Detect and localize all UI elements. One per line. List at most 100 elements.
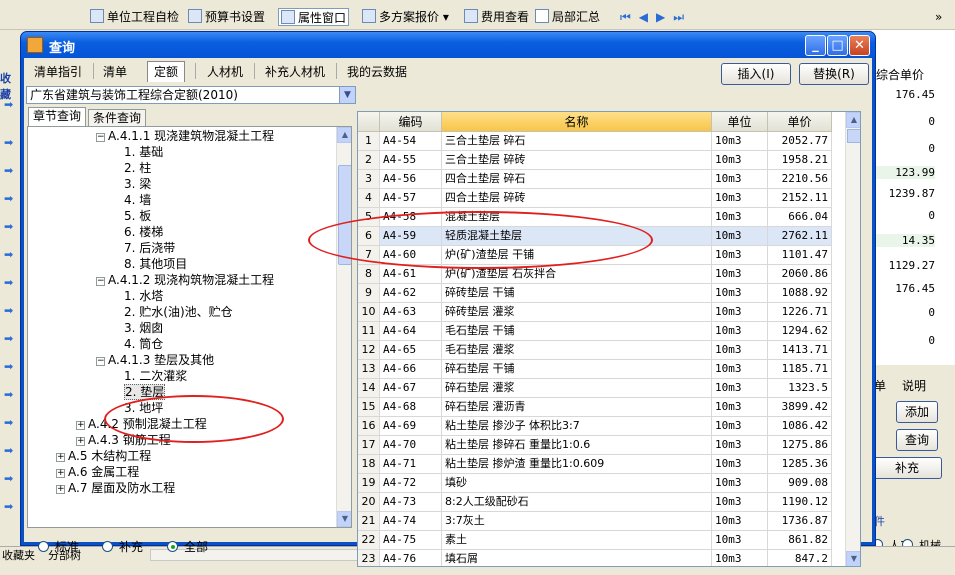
row-number[interactable]: 3 bbox=[358, 170, 380, 189]
expand-icon[interactable]: + bbox=[56, 469, 65, 478]
code-cell[interactable]: A4-73 bbox=[380, 493, 442, 512]
maximize-button[interactable]: □ bbox=[827, 35, 848, 56]
unit-cell[interactable]: 10m3 bbox=[712, 265, 768, 284]
tree-item[interactable]: + A.7 屋面及防水工程 bbox=[56, 480, 175, 496]
code-column-header[interactable]: 编码 bbox=[380, 112, 442, 132]
code-cell[interactable]: A4-69 bbox=[380, 417, 442, 436]
name-cell[interactable]: 毛石垫层 灌浆 bbox=[442, 341, 712, 360]
grid-scrollbar[interactable]: ▲ ▼ bbox=[845, 112, 860, 566]
tree-item[interactable]: 5. 板 bbox=[124, 208, 151, 224]
price-cell[interactable]: 666.04 bbox=[768, 208, 832, 227]
tree-scrollbar[interactable]: ▲ ▼ bbox=[336, 127, 351, 527]
tree-item[interactable]: + A.6 金属工程 bbox=[56, 464, 139, 480]
code-cell[interactable]: A4-66 bbox=[380, 360, 442, 379]
tab-chapter-query[interactable]: 章节查询 bbox=[28, 107, 87, 127]
unit-cell[interactable]: 10m3 bbox=[712, 189, 768, 208]
name-cell[interactable]: 粘土垫层 掺碎石 重量比1:0.6 bbox=[442, 436, 712, 455]
row-number[interactable]: 9 bbox=[358, 284, 380, 303]
code-cell[interactable]: A4-54 bbox=[380, 132, 442, 151]
row-number[interactable]: 2 bbox=[358, 151, 380, 170]
code-cell[interactable]: A4-68 bbox=[380, 398, 442, 417]
unit-cell[interactable]: 10m3 bbox=[712, 360, 768, 379]
name-cell[interactable]: 四合土垫层 碎砖 bbox=[442, 189, 712, 208]
unit-cell[interactable]: 10m3 bbox=[712, 246, 768, 265]
minimize-button[interactable]: _ bbox=[805, 35, 826, 56]
price-cell[interactable]: 1185.71 bbox=[768, 360, 832, 379]
collapse-icon[interactable]: − bbox=[96, 357, 105, 366]
price-column-header[interactable]: 单价 bbox=[768, 112, 832, 132]
name-cell[interactable]: 粘土垫层 掺炉渣 重量比1:0.609 bbox=[442, 455, 712, 474]
expand-icon[interactable]: + bbox=[56, 453, 65, 462]
code-cell[interactable]: A4-65 bbox=[380, 341, 442, 360]
toolbar-unit-check-button[interactable]: 单位工程自检 bbox=[90, 8, 179, 26]
row-number[interactable]: 13 bbox=[358, 360, 380, 379]
price-cell[interactable]: 2060.86 bbox=[768, 265, 832, 284]
supplement-button[interactable]: 补充 bbox=[872, 457, 942, 479]
unit-cell[interactable]: 10m3 bbox=[712, 132, 768, 151]
scroll-thumb[interactable] bbox=[847, 129, 860, 143]
filter-supplement-radio[interactable]: 补充 bbox=[102, 538, 143, 555]
replace-button[interactable]: 替换(R) bbox=[799, 63, 869, 85]
expand-icon[interactable]: + bbox=[76, 421, 85, 430]
tab-supplement-lmm[interactable]: 补充人材机 bbox=[258, 61, 332, 82]
price-cell[interactable]: 1226.71 bbox=[768, 303, 832, 322]
tree-item[interactable]: 6. 楼梯 bbox=[124, 224, 163, 240]
name-cell[interactable]: 三合土垫层 碎砖 bbox=[442, 151, 712, 170]
scroll-down-icon[interactable]: ▼ bbox=[337, 511, 351, 527]
price-cell[interactable]: 2762.11 bbox=[768, 227, 832, 246]
code-cell[interactable]: A4-75 bbox=[380, 531, 442, 550]
dialog-titlebar[interactable]: 查询 _ □ ✕ bbox=[21, 32, 875, 58]
row-number[interactable]: 11 bbox=[358, 322, 380, 341]
code-cell[interactable]: A4-74 bbox=[380, 512, 442, 531]
price-cell[interactable]: 847.2 bbox=[768, 550, 832, 566]
price-cell[interactable]: 909.08 bbox=[768, 474, 832, 493]
unit-cell[interactable]: 10m3 bbox=[712, 398, 768, 417]
code-cell[interactable]: A4-72 bbox=[380, 474, 442, 493]
row-number[interactable]: 19 bbox=[358, 474, 380, 493]
code-cell[interactable]: A4-64 bbox=[380, 322, 442, 341]
unit-cell[interactable]: 10m3 bbox=[712, 284, 768, 303]
unit-cell[interactable]: 10m3 bbox=[712, 512, 768, 531]
row-number[interactable]: 20 bbox=[358, 493, 380, 512]
code-cell[interactable]: A4-76 bbox=[380, 550, 442, 566]
unit-cell[interactable]: 10m3 bbox=[712, 493, 768, 512]
scroll-down-icon[interactable]: ▼ bbox=[846, 551, 860, 566]
price-cell[interactable]: 1101.47 bbox=[768, 246, 832, 265]
code-cell[interactable]: A4-55 bbox=[380, 151, 442, 170]
tree-item[interactable]: − A.4.1.3 垫层及其他 bbox=[96, 352, 214, 368]
tree-item[interactable]: 1. 二次灌浆 bbox=[124, 368, 187, 384]
row-number[interactable]: 10 bbox=[358, 303, 380, 322]
code-cell[interactable]: A4-63 bbox=[380, 303, 442, 322]
price-cell[interactable]: 1413.71 bbox=[768, 341, 832, 360]
unit-cell[interactable]: 10m3 bbox=[712, 341, 768, 360]
tree-item[interactable]: + A.5 木结构工程 bbox=[56, 448, 151, 464]
tree-item[interactable]: − A.4.1.2 现浇构筑物混凝土工程 bbox=[96, 272, 274, 288]
name-cell[interactable]: 碎石垫层 灌沥青 bbox=[442, 398, 712, 417]
tab-norm[interactable]: 定额 bbox=[147, 61, 186, 82]
name-cell[interactable]: 碎石垫层 干铺 bbox=[442, 360, 712, 379]
unit-cell[interactable]: 10m3 bbox=[712, 417, 768, 436]
price-cell[interactable]: 3899.42 bbox=[768, 398, 832, 417]
row-number[interactable]: 18 bbox=[358, 455, 380, 474]
price-cell[interactable]: 2210.56 bbox=[768, 170, 832, 189]
tree-item[interactable]: 4. 筒仓 bbox=[124, 336, 163, 352]
price-cell[interactable]: 1294.62 bbox=[768, 322, 832, 341]
price-cell[interactable]: 1285.36 bbox=[768, 455, 832, 474]
unit-cell[interactable]: 10m3 bbox=[712, 303, 768, 322]
name-cell[interactable]: 毛石垫层 干铺 bbox=[442, 322, 712, 341]
query-button[interactable]: 查询 bbox=[896, 429, 938, 451]
row-number[interactable]: 1 bbox=[358, 132, 380, 151]
code-cell[interactable]: A4-56 bbox=[380, 170, 442, 189]
tree-item[interactable]: 2. 贮水(油)池、贮仓 bbox=[124, 304, 233, 320]
row-number[interactable]: 16 bbox=[358, 417, 380, 436]
row-number[interactable]: 15 bbox=[358, 398, 380, 417]
price-cell[interactable]: 1088.92 bbox=[768, 284, 832, 303]
code-cell[interactable]: A4-67 bbox=[380, 379, 442, 398]
name-cell[interactable]: 素土 bbox=[442, 531, 712, 550]
name-cell[interactable]: 碎砖垫层 干铺 bbox=[442, 284, 712, 303]
tab-labor-material-machine[interactable]: 人材机 bbox=[200, 61, 250, 82]
unit-cell[interactable]: 10m3 bbox=[712, 436, 768, 455]
row-number[interactable]: 14 bbox=[358, 379, 380, 398]
collapse-icon[interactable]: − bbox=[96, 133, 105, 142]
code-cell[interactable]: A4-57 bbox=[380, 189, 442, 208]
